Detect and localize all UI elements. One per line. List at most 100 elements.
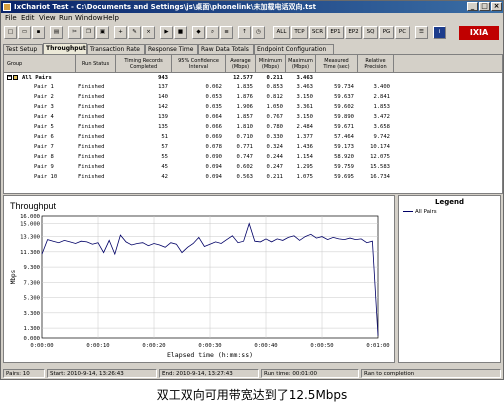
table-cell: 1.154 bbox=[296, 154, 313, 160]
table-row[interactable]: Pair 10 Finished 42 0.094 0.563 0.211 1.075 59.… bbox=[4, 173, 502, 181]
table-cell: Pair 3 bbox=[34, 104, 54, 110]
find-icon[interactable]: ⌕ bbox=[206, 26, 219, 39]
stop-icon[interactable]: ■ bbox=[174, 26, 187, 39]
table-cell: 55 bbox=[161, 154, 168, 160]
pc-button[interactable]: PC bbox=[395, 26, 410, 39]
time-icon[interactable]: ◷ bbox=[252, 26, 265, 39]
open-icon[interactable]: ▭ bbox=[18, 26, 31, 39]
table-cell: 3.463 bbox=[296, 84, 313, 90]
col-average[interactable]: Average (Mbps) bbox=[226, 55, 256, 73]
edit-pair-icon[interactable]: ✎ bbox=[128, 26, 141, 39]
chart-title: Throughput bbox=[10, 201, 57, 211]
ep1-button[interactable]: EP1 bbox=[327, 26, 344, 39]
table-cell: 0.094 bbox=[205, 164, 222, 170]
table-cell: Finished bbox=[78, 124, 105, 130]
total-maximum: 3.463 bbox=[296, 75, 313, 81]
table-row-total[interactable]: − All Pairs 943 12.577 0.211 3.463 bbox=[4, 74, 502, 82]
col-confidence[interactable]: 95% Confidence Interval bbox=[172, 55, 226, 73]
expand-icon[interactable]: − bbox=[7, 74, 19, 82]
table-row[interactable]: Pair 2 Finished 140 0.053 1.876 0.812 3.150 59.… bbox=[4, 93, 502, 101]
table-cell: 1.835 bbox=[236, 84, 253, 90]
delete-pair-icon[interactable]: × bbox=[142, 26, 155, 39]
col-maximum[interactable]: Maximum (Mbps) bbox=[286, 55, 316, 73]
ep2-button[interactable]: EP2 bbox=[345, 26, 362, 39]
minimize-button[interactable]: _ bbox=[467, 2, 478, 11]
tcp-button[interactable]: TCP bbox=[291, 26, 308, 39]
col-measured-time[interactable]: Measured Time (sec) bbox=[316, 55, 358, 73]
col-timing-records[interactable]: Timing Records Completed bbox=[116, 55, 172, 73]
table-cell: 135 bbox=[158, 124, 168, 130]
menu-edit[interactable]: Edit bbox=[21, 13, 35, 23]
info-icon[interactable]: i bbox=[433, 26, 446, 39]
table-cell: Finished bbox=[78, 154, 105, 160]
table-cell: 137 bbox=[158, 84, 168, 90]
y-tick-label: 1.300 bbox=[23, 326, 40, 332]
table-cell: 45 bbox=[161, 164, 168, 170]
tab-transaction-rate[interactable]: Transaction Rate bbox=[87, 44, 145, 54]
tab-throughput[interactable]: Throughput bbox=[43, 43, 87, 54]
total-timing: 943 bbox=[158, 75, 168, 81]
close-button[interactable]: × bbox=[491, 2, 502, 11]
table-cell: Finished bbox=[78, 104, 105, 110]
list-icon[interactable]: ☰ bbox=[415, 26, 428, 39]
col-minimum[interactable]: Minimum (Mbps) bbox=[256, 55, 286, 73]
table-cell: 139 bbox=[158, 114, 168, 120]
tab-endpoint-configuration[interactable]: Endpoint Configuration bbox=[254, 44, 334, 54]
save-icon[interactable]: ▪ bbox=[32, 26, 45, 39]
menu-view[interactable]: View bbox=[39, 13, 56, 23]
scr-button[interactable]: SCR bbox=[309, 26, 326, 39]
tab-raw-data-totals[interactable]: Raw Data Totals bbox=[198, 44, 254, 54]
total-minimum: 0.211 bbox=[266, 75, 283, 81]
col-relative-precision[interactable]: Relative Precision bbox=[358, 55, 394, 73]
table-row[interactable]: Pair 9 Finished 45 0.094 0.602 0.247 1.295 59.7… bbox=[4, 163, 502, 171]
pg-button[interactable]: PG bbox=[379, 26, 394, 39]
table-cell: 59.173 bbox=[334, 144, 354, 150]
copy-icon[interactable]: ❐ bbox=[82, 26, 95, 39]
col-spacer bbox=[394, 55, 502, 73]
new-icon[interactable]: □ bbox=[4, 26, 17, 39]
tab-test-setup[interactable]: Test Setup bbox=[3, 44, 43, 54]
table-cell: 0.563 bbox=[236, 174, 253, 180]
x-axis-label: Elapsed time (h:mm:ss) bbox=[167, 351, 253, 359]
y-tick-label: 13.300 bbox=[20, 235, 40, 241]
run-icon[interactable]: ▶ bbox=[160, 26, 173, 39]
sq-button[interactable]: SQ bbox=[363, 26, 378, 39]
status-pairs: Pairs: 10 bbox=[3, 369, 45, 378]
table-cell: 1.876 bbox=[236, 94, 253, 100]
y-tick-label: 5.300 bbox=[23, 296, 40, 302]
throughput-icon[interactable]: ↑ bbox=[238, 26, 251, 39]
table-cell: 57 bbox=[161, 144, 168, 150]
window-title: IxChariot Test - C:\Documents and Settin… bbox=[14, 3, 316, 11]
x-tick-label: 0:00:40 bbox=[254, 343, 277, 349]
menu-window[interactable]: Window bbox=[75, 13, 103, 23]
menu-help[interactable]: Help bbox=[103, 13, 119, 23]
table-row[interactable]: Pair 6 Finished 51 0.069 0.710 0.330 1.377 57.4… bbox=[4, 133, 502, 141]
legend-item-all-pairs[interactable]: All Pairs bbox=[403, 209, 437, 215]
print-icon[interactable]: ▤ bbox=[50, 26, 63, 39]
col-run-status[interactable]: Run Status bbox=[76, 55, 116, 73]
mark-icon[interactable]: ◆ bbox=[192, 26, 205, 39]
menu-file[interactable]: File bbox=[5, 13, 17, 23]
table-row[interactable]: Pair 3 Finished 142 0.035 1.906 1.050 3.361 59.… bbox=[4, 103, 502, 111]
table-cell: 51 bbox=[161, 134, 168, 140]
table-cell: 1.377 bbox=[296, 134, 313, 140]
all-button[interactable]: ALL bbox=[273, 26, 290, 39]
table-cell: 9.742 bbox=[373, 134, 390, 140]
table-row[interactable]: Pair 5 Finished 135 0.066 1.810 0.780 2.484 59.… bbox=[4, 123, 502, 131]
table-row[interactable]: Pair 4 Finished 139 0.064 1.857 0.767 3.150 59.… bbox=[4, 113, 502, 121]
options-icon[interactable]: ≡ bbox=[220, 26, 233, 39]
add-pair-icon[interactable]: + bbox=[114, 26, 127, 39]
paste-icon[interactable]: ▣ bbox=[96, 26, 109, 39]
tab-response-time[interactable]: Response Time bbox=[145, 44, 198, 54]
col-group[interactable]: Group bbox=[4, 55, 76, 73]
cut-icon[interactable]: ✂ bbox=[68, 26, 81, 39]
table-cell: 12.075 bbox=[370, 154, 390, 160]
maximize-button[interactable]: □ bbox=[479, 2, 490, 11]
table-cell: 10.174 bbox=[370, 144, 390, 150]
table-row[interactable]: Pair 8 Finished 55 0.090 0.747 0.244 1.154 58.9… bbox=[4, 153, 502, 161]
table-row[interactable]: Pair 1 Finished 137 0.062 1.835 0.853 3.463 59.… bbox=[4, 83, 502, 91]
table-cell: 0.602 bbox=[236, 164, 253, 170]
menu-run[interactable]: Run bbox=[59, 13, 72, 23]
table-row[interactable]: Pair 7 Finished 57 0.078 0.771 0.324 1.436 59.1… bbox=[4, 143, 502, 151]
x-tick-label: 0:00:50 bbox=[310, 343, 333, 349]
